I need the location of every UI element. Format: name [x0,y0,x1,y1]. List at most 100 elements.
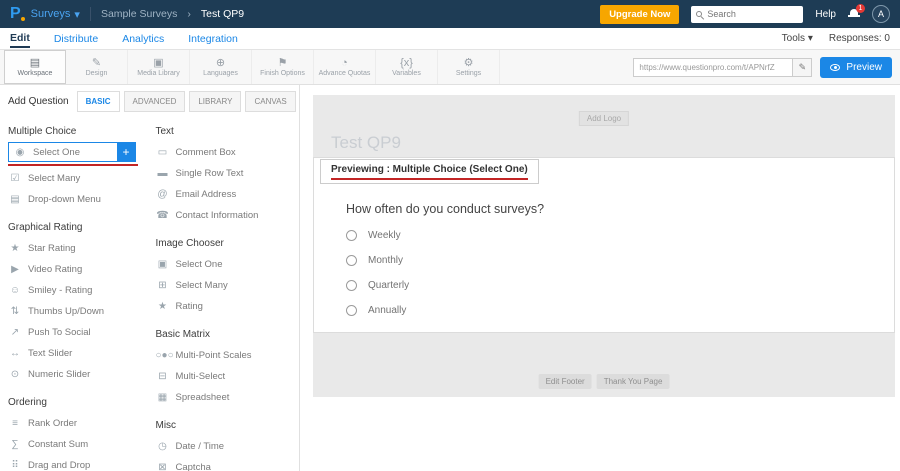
toolbar-item-settings[interactable]: ⚙ Settings [438,50,500,84]
upgrade-now-button[interactable]: Upgrade Now [600,5,679,24]
nav-tab-analytics[interactable]: Analytics [122,30,164,47]
question-type-video-rating[interactable]: ▶ Video Rating [8,259,144,280]
chevron-down-icon: ▾ [808,33,813,44]
answer-option-weekly[interactable]: Weekly [346,230,409,241]
spreadsheet-icon: ▦ [156,392,170,403]
radio-icon[interactable] [346,230,357,241]
question-type-multi-point-scales[interactable]: ○●○ Multi-Point Scales [156,345,292,366]
avatar[interactable]: A [872,5,890,23]
product-menu-surveys[interactable]: Surveys ▾ [31,8,80,21]
multi-point-scales-icon: ○●○ [156,350,170,361]
responses-count[interactable]: Responses: 0 [829,33,890,44]
survey-url-input[interactable] [634,63,792,72]
radio-icon[interactable] [346,305,357,316]
annotation-underline [8,164,138,166]
question-type-label: Constant Sum [28,439,88,450]
thank-you-page-button[interactable]: Thank You Page [597,374,670,389]
toolbar-item-design[interactable]: ✎ Design [66,50,128,84]
help-link[interactable]: Help [815,9,836,20]
tab-advanced[interactable]: ADVANCED [124,91,186,112]
captcha-icon: ⊠ [156,462,170,471]
breadcrumb[interactable]: Sample Surveys [101,8,177,20]
question-preview-card: Previewing : Multiple Choice (Select One… [313,157,895,333]
answer-option-quarterly[interactable]: Quarterly [346,280,409,291]
tab-library[interactable]: LIBRARY [189,91,241,112]
answer-option-label: Annually [368,305,406,316]
add-logo-button[interactable]: Add Logo [579,111,629,126]
select-many-icon: ☑ [8,173,22,184]
nav-tab-distribute[interactable]: Distribute [54,30,98,47]
question-type-select-one[interactable]: ◉ Select One + [8,142,136,162]
edit-footer-button[interactable]: Edit Footer [539,374,592,389]
contact-information-icon: ☎ [156,210,170,221]
question-type-rank-order[interactable]: ≡ Rank Order [8,413,144,434]
question-type-image-rating[interactable]: ★ Rating [156,296,292,317]
survey-preview-title[interactable]: Test QP9 [331,133,401,153]
search-input[interactable] [707,9,797,19]
toolbar-item-advance-quotas[interactable]: ◔ Advance Quotas [314,50,376,84]
tools-menu[interactable]: Tools ▾ [782,33,813,44]
question-type-label: Select Many [28,173,80,184]
notifications-bell-icon[interactable]: 1 [848,8,860,20]
question-type-push-to-social[interactable]: ↗ Push To Social [8,322,144,343]
image-rating-icon: ★ [156,301,170,312]
edit-toolbar: ▤ Workspace ✎ Design ▣ Media Library ⊕ L… [0,50,900,85]
question-text[interactable]: How often do you conduct surveys? [346,202,544,216]
image-select-many-icon: ⊞ [156,280,170,291]
question-type-smiley-rating[interactable]: ☺ Smiley - Rating [8,280,144,301]
video-rating-icon: ▶ [8,264,22,275]
question-type-captcha[interactable]: ⊠ Captcha [156,457,292,471]
question-type-text-slider[interactable]: ↔ Text Slider [8,343,144,364]
question-type-drag-and-drop[interactable]: ⠿ Drag and Drop [8,455,144,471]
single-row-text-icon: ▬ [156,168,170,179]
toolbar-item-finish-options[interactable]: ⚑ Finish Options [252,50,314,84]
question-type-label: Push To Social [28,327,91,338]
question-type-single-row-text[interactable]: ▬ Single Row Text [156,163,292,184]
question-type-constant-sum[interactable]: ∑ Constant Sum [8,434,144,455]
question-type-date-time[interactable]: ◷ Date / Time [156,436,292,457]
question-type-email-address[interactable]: @ Email Address [156,184,292,205]
question-type-label: Captcha [176,462,211,471]
answer-option-monthly[interactable]: Monthly [346,255,409,266]
question-type-star-rating[interactable]: ★ Star Rating [8,238,144,259]
previewing-label: Previewing : Multiple Choice (Select One… [331,164,528,175]
answer-option-label: Quarterly [368,280,409,291]
edit-url-pencil-icon[interactable]: ✎ [792,59,811,76]
notification-badge: 1 [856,4,865,13]
questionpro-logo[interactable]: P [10,6,21,22]
toolbar-item-workspace[interactable]: ▤ Workspace [4,50,66,84]
search-box[interactable] [691,6,803,23]
toolbar-item-languages[interactable]: ⊕ Languages [190,50,252,84]
question-type-label: Rating [176,301,203,312]
question-type-image-select-many[interactable]: ⊞ Select Many [156,275,292,296]
radio-icon[interactable] [346,255,357,266]
survey-url-box: ✎ [633,58,812,77]
tab-canvas[interactable]: CANVAS [245,91,295,112]
numeric-slider-icon: ⊙ [8,369,22,380]
toolbar-label: Languages [203,70,238,77]
nav-tab-integration[interactable]: Integration [188,30,238,47]
tab-basic[interactable]: BASIC [77,91,120,112]
question-type-spreadsheet[interactable]: ▦ Spreadsheet [156,387,292,408]
question-type-multi-select[interactable]: ⊟ Multi-Select [156,366,292,387]
question-type-thumbs-up-down[interactable]: ⇅ Thumbs Up/Down [8,301,144,322]
toolbar-item-media-library[interactable]: ▣ Media Library [128,50,190,84]
question-type-comment-box[interactable]: ▭ Comment Box [156,142,292,163]
question-type-numeric-slider[interactable]: ⊙ Numeric Slider [8,364,144,385]
question-type-contact-information[interactable]: ☎ Contact Information [156,205,292,226]
toolbar-label: Finish Options [260,70,305,77]
question-type-select-many[interactable]: ☑ Select Many [8,168,144,189]
languages-icon: ⊕ [216,58,225,69]
radio-icon[interactable] [346,280,357,291]
question-type-image-select-one[interactable]: ▣ Select One [156,254,292,275]
toolbar-item-variables[interactable]: {x} Variables [376,50,438,84]
toolbar-label: Workspace [18,70,53,77]
question-type-label: Smiley - Rating [28,285,92,296]
add-select-one-button[interactable]: + [117,143,135,161]
workspace-icon: ▤ [30,58,40,69]
preview-button[interactable]: Preview [820,57,892,78]
chevron-down-icon: ▾ [74,8,80,21]
answer-option-annually[interactable]: Annually [346,305,409,316]
question-type-dropdown-menu[interactable]: ▤ Drop-down Menu [8,189,144,210]
nav-tab-edit[interactable]: Edit [10,29,30,48]
